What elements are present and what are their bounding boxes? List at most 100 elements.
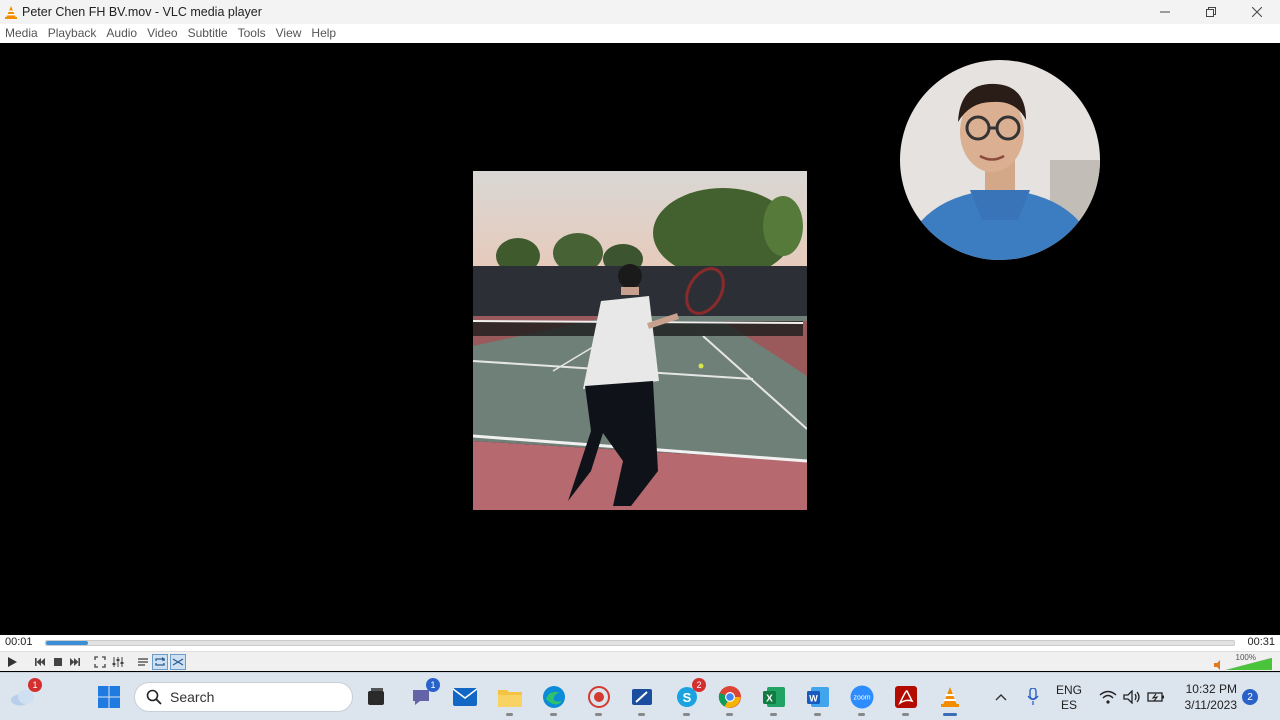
playlist-icon <box>138 658 148 666</box>
notification-center-badge[interactable]: 2 <box>1242 689 1258 705</box>
volume-slider[interactable]: 100% <box>1214 653 1274 671</box>
zoom-app[interactable]: zoom <box>848 683 876 716</box>
weather-badge: 1 <box>28 678 42 692</box>
stop-button[interactable] <box>50 654 66 670</box>
close-icon <box>1252 7 1262 17</box>
running-indicator <box>770 713 777 716</box>
start-button[interactable] <box>95 683 123 711</box>
teams-badge: 1 <box>426 678 440 692</box>
microphone-button[interactable] <box>1019 683 1047 711</box>
excel-icon: X <box>763 687 785 707</box>
menu-video[interactable]: Video <box>142 24 182 43</box>
svg-text:X: X <box>766 694 773 705</box>
skype-badge: 2 <box>692 678 706 692</box>
seek-slider[interactable] <box>45 640 1235 646</box>
battery-charging-icon <box>1147 692 1164 702</box>
speaker-icon <box>1214 660 1220 670</box>
word-app[interactable]: W <box>804 683 832 716</box>
windows-logo-icon <box>98 686 120 708</box>
running-indicator <box>902 713 909 716</box>
acrobat-app[interactable] <box>892 683 920 716</box>
minimize-button[interactable] <box>1142 0 1188 24</box>
current-time: 00:01 <box>5 636 33 648</box>
language-secondary: ES <box>1061 698 1078 712</box>
menu-audio[interactable]: Audio <box>101 24 142 43</box>
recorder-icon <box>588 686 610 708</box>
task-view-button[interactable] <box>362 683 390 711</box>
video-display[interactable] <box>0 43 1280 635</box>
playback-controls: 100% <box>0 651 1280 671</box>
menu-bar: Media Playback Audio Video Subtitle Tool… <box>0 24 1280 43</box>
excel-app[interactable]: X <box>760 683 788 716</box>
volume-wedge <box>1226 658 1272 670</box>
search-icon <box>146 689 162 705</box>
play-button[interactable] <box>4 654 20 670</box>
language-indicator[interactable]: ENG ES <box>1056 683 1082 713</box>
running-indicator <box>595 713 602 716</box>
menu-media[interactable]: Media <box>0 24 43 43</box>
zoom-icon: zoom <box>850 685 874 709</box>
speaker-icon <box>1123 690 1140 704</box>
active-indicator <box>943 713 957 716</box>
snipping-tool-app[interactable] <box>628 683 656 716</box>
file-explorer-app[interactable] <box>496 683 524 716</box>
svg-text:S: S <box>683 690 692 705</box>
maximize-button[interactable] <box>1188 0 1234 24</box>
clock-date: 3/11/2023 <box>1184 698 1238 712</box>
window-titlebar: Peter Chen FH BV.mov - VLC media player <box>0 0 1280 24</box>
vlc-app[interactable] <box>936 683 964 716</box>
loop-button[interactable] <box>152 654 168 670</box>
snipping-icon <box>632 689 652 705</box>
window-title: Peter Chen FH BV.mov - VLC media player <box>22 5 262 19</box>
close-button[interactable] <box>1234 0 1280 24</box>
equalizer-icon <box>112 657 124 667</box>
shuffle-icon <box>172 658 184 666</box>
running-indicator <box>726 713 733 716</box>
show-hidden-icons-button[interactable] <box>987 683 1015 711</box>
edge-icon <box>543 686 565 708</box>
chevron-up-icon <box>995 694 1007 701</box>
running-indicator <box>858 713 865 716</box>
screen-recorder-app[interactable] <box>585 683 613 716</box>
running-indicator <box>814 713 821 716</box>
running-indicator <box>550 713 557 716</box>
restore-icon <box>1206 7 1216 17</box>
edge-app[interactable] <box>540 683 568 716</box>
mail-app[interactable] <box>451 683 479 711</box>
fullscreen-icon <box>94 656 106 668</box>
menu-help[interactable]: Help <box>306 24 341 43</box>
chrome-app[interactable] <box>716 683 744 716</box>
extended-settings-button[interactable] <box>110 654 126 670</box>
folder-icon <box>498 690 522 707</box>
weather-widget[interactable]: 1 <box>9 678 42 711</box>
word-icon: W <box>807 687 829 707</box>
fullscreen-button[interactable] <box>92 654 108 670</box>
search-placeholder: Search <box>170 689 215 705</box>
random-button[interactable] <box>170 654 186 670</box>
battery-button[interactable] <box>1142 683 1170 711</box>
running-indicator <box>638 713 645 716</box>
acrobat-icon <box>895 686 917 708</box>
clock[interactable]: 10:32 PM 3/11/2023 <box>1185 681 1238 713</box>
menu-playback[interactable]: Playback <box>43 24 102 43</box>
skype-app[interactable]: S 2 <box>673 678 706 716</box>
windows-taskbar: 1 Search 1 S 2 X W zoom ENG ES 10:32 PM … <box>0 672 1280 720</box>
next-button[interactable] <box>67 654 83 670</box>
menu-view[interactable]: View <box>271 24 307 43</box>
menu-subtitle[interactable]: Subtitle <box>183 24 233 43</box>
playlist-button[interactable] <box>135 654 151 670</box>
chrome-icon <box>718 686 741 708</box>
running-indicator <box>683 713 690 716</box>
clock-time: 10:32 PM <box>1185 682 1237 696</box>
previous-icon <box>35 658 45 666</box>
taskbar-search[interactable]: Search <box>134 682 353 712</box>
wifi-icon <box>1099 690 1117 704</box>
minimize-icon <box>1160 11 1170 13</box>
mail-icon <box>453 688 477 706</box>
teams-chat-button[interactable]: 1 <box>407 678 440 711</box>
menu-tools[interactable]: Tools <box>233 24 271 43</box>
svg-text:zoom: zoom <box>853 695 870 702</box>
running-indicator <box>506 713 513 716</box>
svg-text:W: W <box>809 694 818 704</box>
previous-button[interactable] <box>32 654 48 670</box>
